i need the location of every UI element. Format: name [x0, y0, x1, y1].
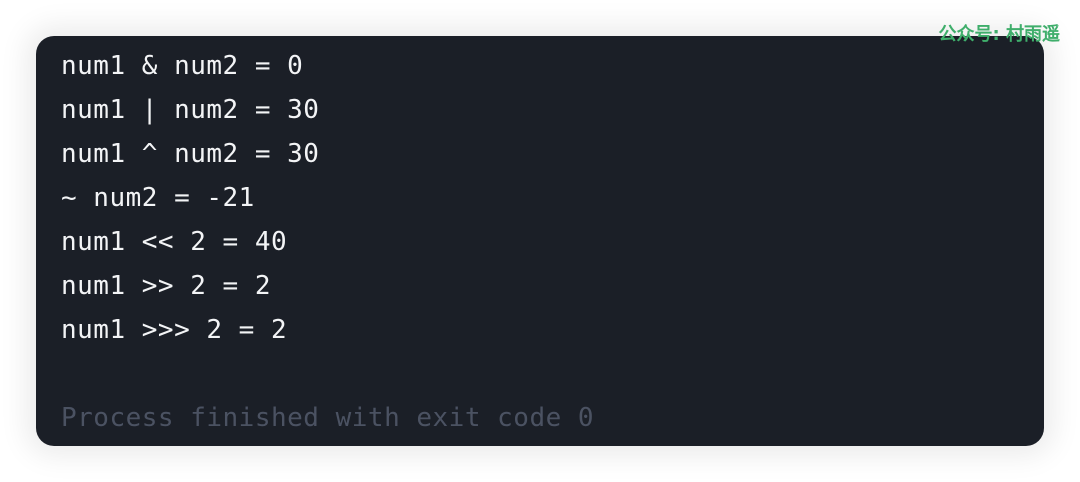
console-output[interactable]: num1 & num2 = 0 num1 | num2 = 30 num1 ^ … — [61, 44, 594, 440]
watermark-label: 公众号: 村雨遥 — [938, 24, 1060, 45]
output-line-and: num1 & num2 = 0 — [61, 51, 304, 81]
output-line-left-shift: num1 << 2 = 40 — [61, 227, 288, 257]
output-line-not: ~ num2 = -21 — [61, 183, 255, 213]
run-console-panel[interactable]: num1 & num2 = 0 num1 | num2 = 30 num1 ^ … — [36, 36, 1044, 446]
output-line-unsigned-right-shift: num1 >>> 2 = 2 — [61, 315, 288, 345]
output-line-right-shift: num1 >> 2 = 2 — [61, 271, 271, 301]
screenshot-canvas: num1 & num2 = 0 num1 | num2 = 30 num1 ^ … — [0, 0, 1080, 482]
output-line-or: num1 | num2 = 30 — [61, 95, 320, 125]
output-line-xor: num1 ^ num2 = 30 — [61, 139, 320, 169]
process-exit-message: Process finished with exit code 0 — [61, 403, 595, 433]
